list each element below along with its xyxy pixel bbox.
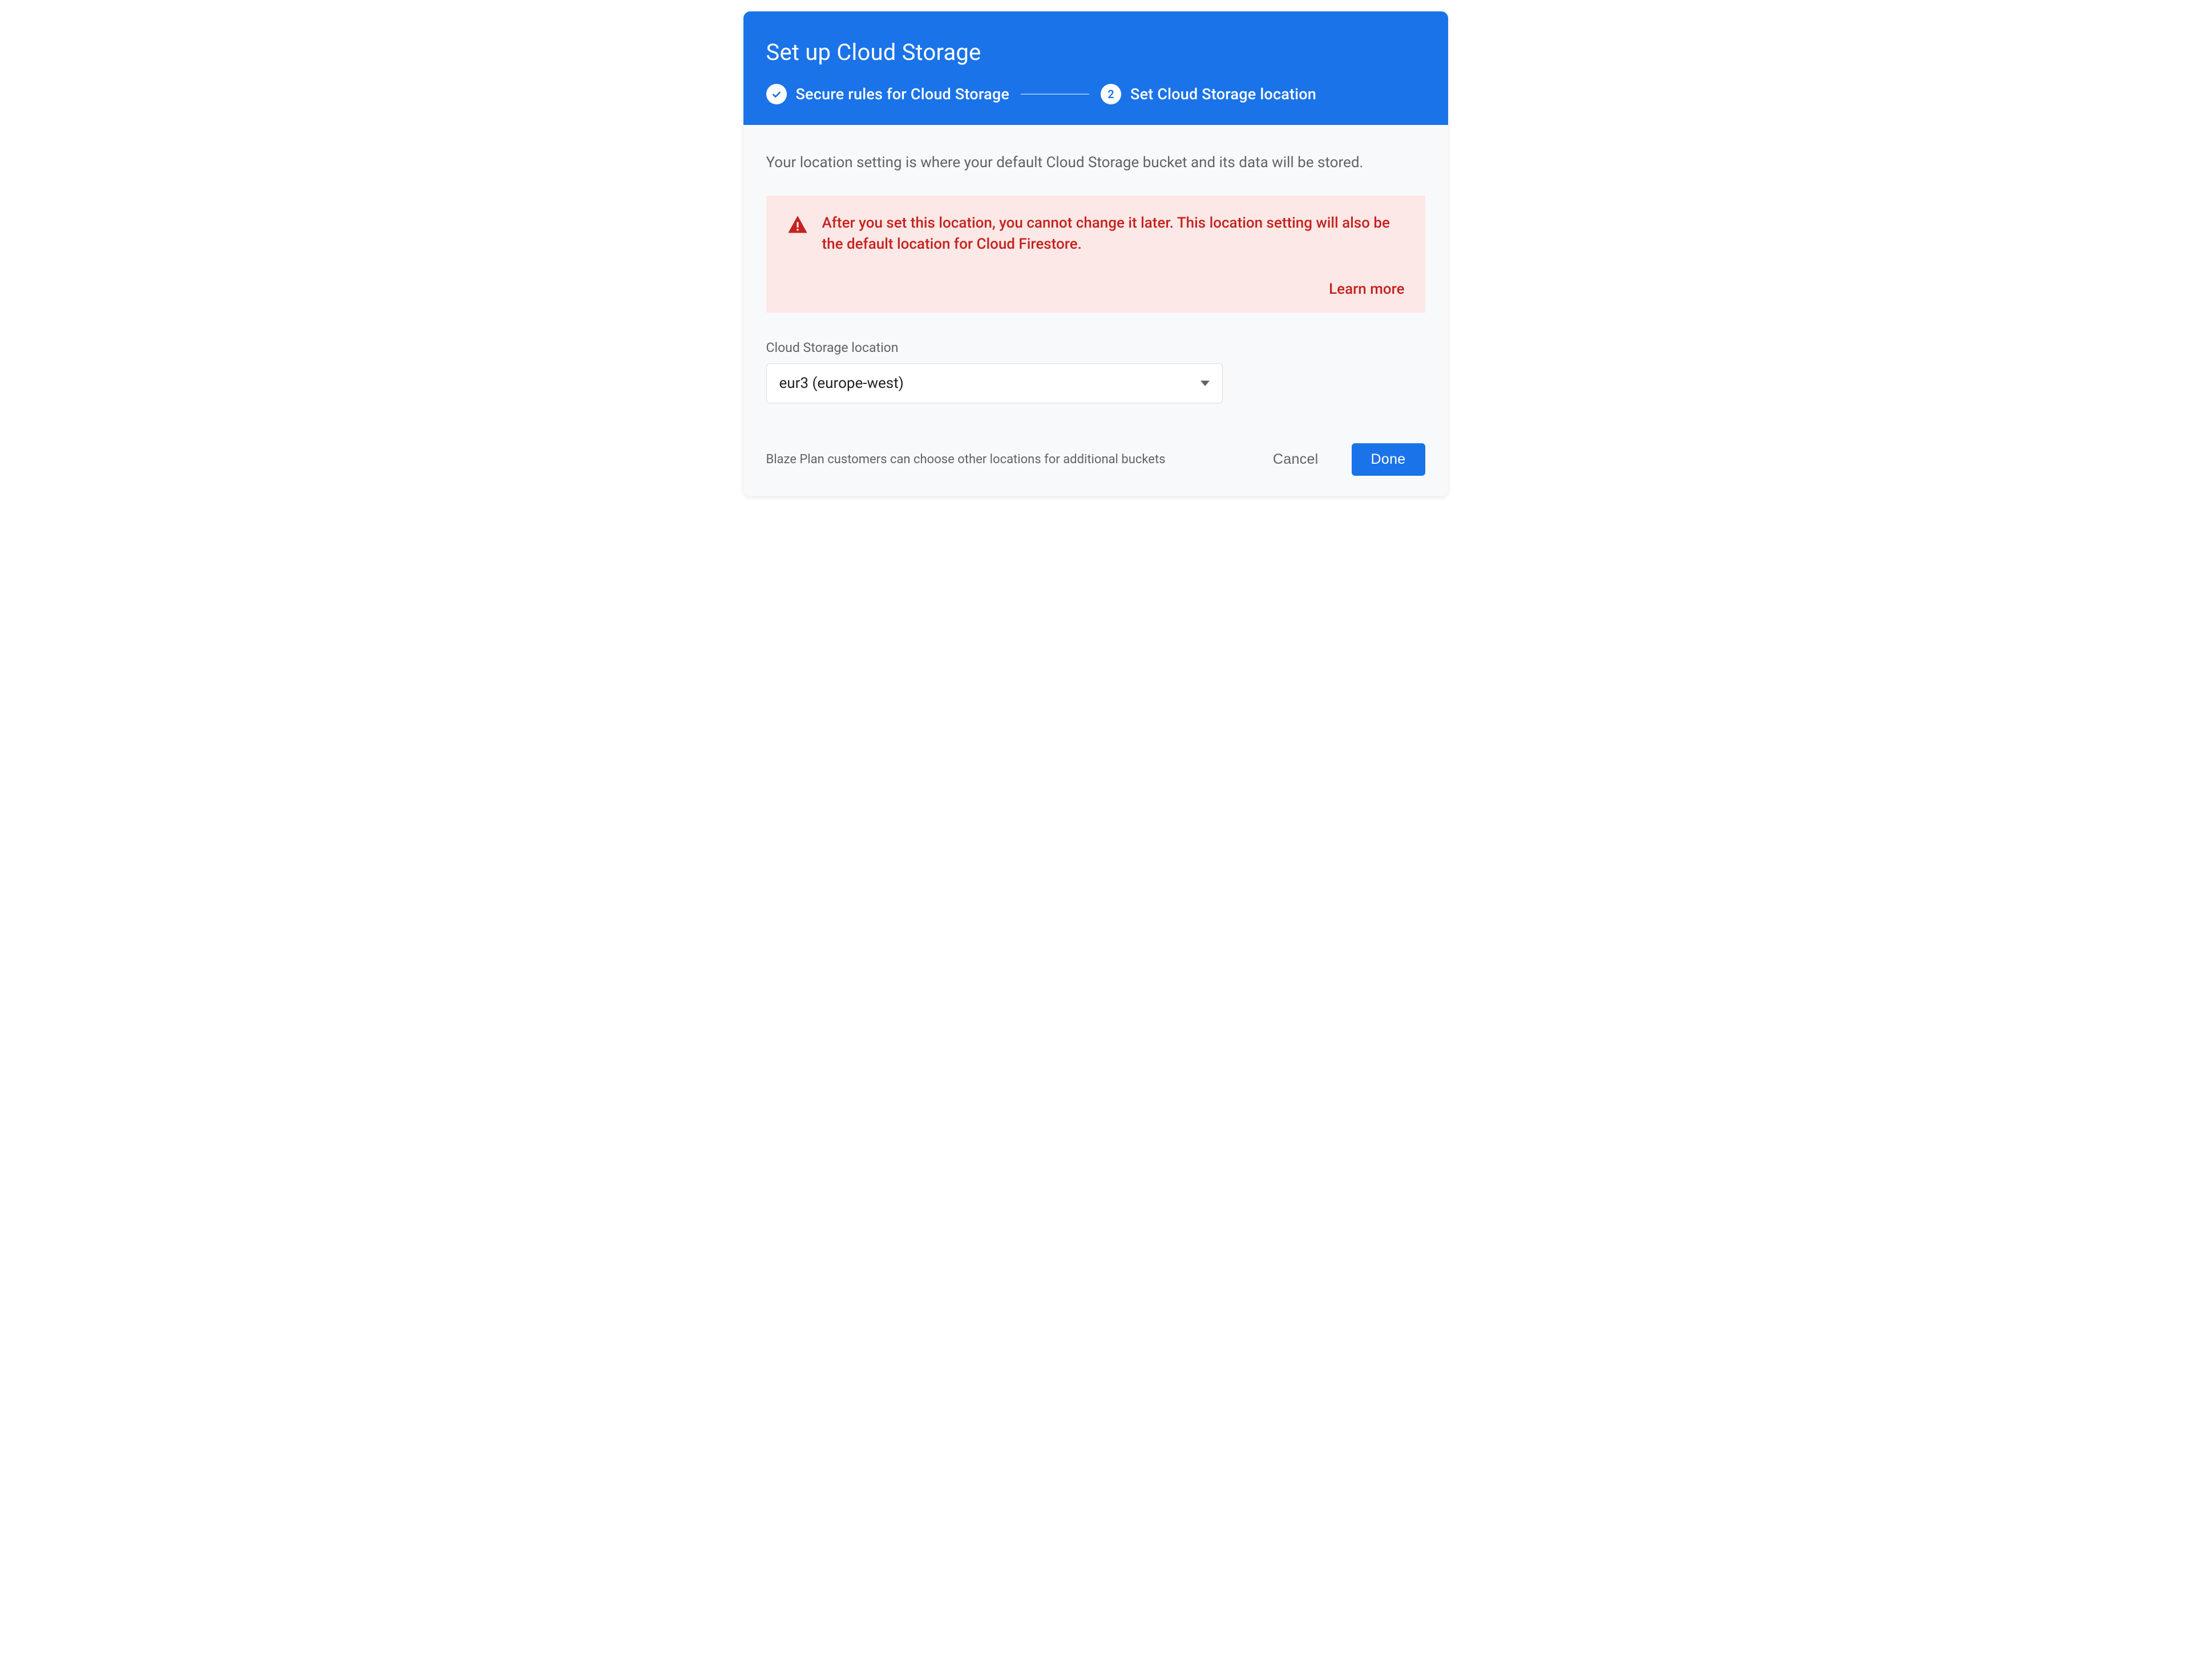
step-1: Secure rules for Cloud Storage: [766, 84, 1010, 104]
setup-cloud-storage-dialog: Set up Cloud Storage Secure rules for Cl…: [743, 11, 1448, 496]
dialog-actions: Cancel Done: [1254, 443, 1425, 476]
chevron-down-icon: [1200, 375, 1210, 392]
step-1-label: Secure rules for Cloud Storage: [796, 85, 1010, 103]
location-select-wrap: eur3 (europe-west): [766, 363, 1223, 403]
location-description: Your location setting is where your defa…: [766, 152, 1425, 174]
location-field-label: Cloud Storage location: [766, 340, 1425, 355]
step-2-number: 2: [1101, 84, 1121, 104]
learn-more-link[interactable]: Learn more: [1329, 281, 1404, 298]
stepper: Secure rules for Cloud Storage 2 Set Clo…: [766, 84, 1425, 104]
step-connector: [1021, 94, 1089, 95]
warning-footer: Learn more: [787, 281, 1405, 298]
warning-top: After you set this location, you cannot …: [787, 213, 1405, 256]
checkmark-icon: [766, 84, 787, 104]
warning-triangle-icon: [787, 214, 809, 236]
footer-note: Blaze Plan customers can choose other lo…: [766, 452, 1240, 467]
dialog-title: Set up Cloud Storage: [766, 39, 1425, 66]
warning-banner: After you set this location, you cannot …: [766, 196, 1425, 313]
cancel-button[interactable]: Cancel: [1254, 443, 1338, 476]
dialog-content: Your location setting is where your defa…: [743, 125, 1448, 496]
dialog-header: Set up Cloud Storage Secure rules for Cl…: [743, 11, 1448, 125]
done-button[interactable]: Done: [1352, 443, 1425, 476]
step-2: 2 Set Cloud Storage location: [1101, 84, 1316, 104]
step-2-label: Set Cloud Storage location: [1130, 85, 1316, 103]
location-select-value: eur3 (europe-west): [779, 375, 904, 392]
warning-text: After you set this location, you cannot …: [822, 213, 1405, 256]
location-select[interactable]: eur3 (europe-west): [766, 363, 1223, 403]
dialog-footer: Blaze Plan customers can choose other lo…: [766, 443, 1425, 476]
